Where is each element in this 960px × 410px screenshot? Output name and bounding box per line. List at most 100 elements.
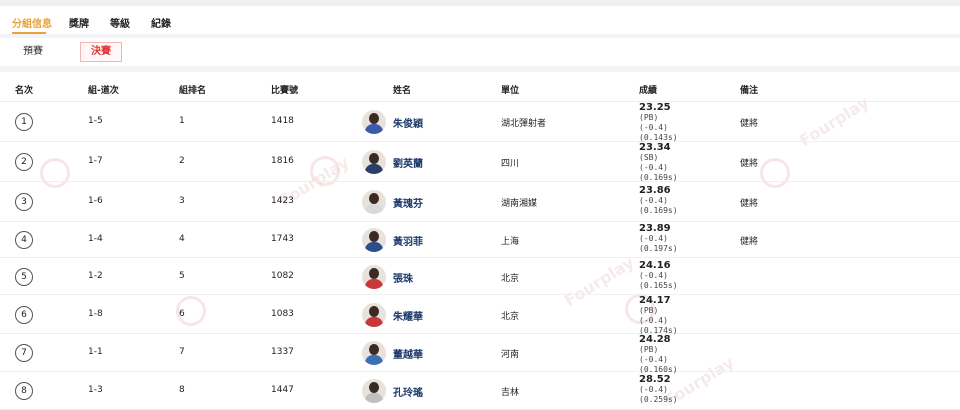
bib-cell: 1816 [271, 156, 294, 166]
result-cell: 24.17 (PB) (-0.4) (0.174s) [639, 296, 678, 336]
athlete-name-link[interactable]: 朱耀華 [393, 308, 423, 323]
table-row[interactable]: 2 1-7 2 1816 劉英蘭 四川 23.34 (SB) (-0.4) (0.169s) 健將 [0, 142, 960, 182]
bib-cell: 1743 [271, 234, 294, 244]
athlete-name-link[interactable]: 孔玲瑤 [393, 384, 423, 399]
result-detail: (SB) [639, 153, 659, 162]
note-cell: 健將 [740, 159, 759, 169]
final-button[interactable]: 決賽 [80, 42, 122, 62]
lane-cell: 1-5 [88, 116, 103, 126]
table-row[interactable]: 5 1-2 5 1082 張珠 北京 24.16 (-0.4) (0.165s) [0, 258, 960, 295]
tab-grade[interactable]: 等級 [110, 15, 130, 30]
athlete-name-link[interactable]: 董越華 [393, 346, 423, 361]
tab-medals[interactable]: 獎牌 [69, 15, 89, 30]
table-row[interactable]: 1 1-5 1 1418 朱俊穎 湖北彈射者 23.25 (PB) (-0.4) (0.143s)… [0, 102, 960, 142]
athlete-name-link[interactable]: 黃瑰芬 [393, 195, 423, 210]
result-time: 28.52 [639, 374, 671, 385]
unit-cell: 北京 [501, 273, 520, 284]
table-row[interactable]: 3 1-6 3 1423 黃瑰芬 湖南湘媒 23.86 (-0.4) (0.169s) 健將 [0, 182, 960, 222]
rank-badge: 7 [15, 344, 33, 362]
rank-badge: 4 [15, 231, 33, 249]
results-table: Fourplay Fourplay Fourplay Fourplay 名次 組… [0, 72, 960, 410]
group-rank-cell: 8 [179, 385, 185, 395]
athlete-avatar [362, 150, 386, 174]
note-cell: 健將 [740, 237, 759, 247]
prelim-button[interactable]: 預賽 [12, 42, 54, 62]
result-cell: 23.34 (SB) (-0.4) (0.169s) [639, 143, 678, 183]
unit-cell: 吉林 [501, 388, 520, 398]
unit-cell: 上海 [501, 237, 520, 247]
col-name: 姓名 [393, 86, 412, 96]
table-row[interactable]: 8 1-3 8 1447 孔玲瑤 吉林 28.52 (-0.4) (0.259s) [0, 372, 960, 410]
group-rank-cell: 7 [179, 347, 185, 357]
result-time: 23.25 [639, 102, 671, 113]
group-rank-cell: 5 [179, 270, 185, 281]
col-result: 成績 [639, 86, 658, 96]
rank-badge: 5 [15, 267, 33, 286]
bib-cell: 1337 [271, 347, 294, 357]
athlete-name-link[interactable]: 朱俊穎 [393, 115, 423, 130]
table-row[interactable]: 4 1-4 4 1743 黃羽菲 上海 23.89 (-0.4) (0.197s) 健將 [0, 222, 960, 258]
lane-cell: 1-4 [88, 234, 103, 244]
unit-cell: 河南 [501, 350, 520, 360]
result-time: 24.16 [639, 259, 671, 271]
result-detail: (0.197s) [639, 244, 678, 253]
result-detail: (-0.4) [639, 270, 668, 280]
bib-cell: 1083 [271, 308, 294, 319]
result-cell: 24.16 (-0.4) (0.165s) [639, 259, 678, 291]
note-cell: 健將 [740, 119, 759, 129]
result-cell: 23.86 (-0.4) (0.169s) [639, 186, 678, 216]
group-rank-cell: 6 [179, 308, 185, 319]
col-bib: 比賽號 [271, 86, 299, 96]
athlete-name-link[interactable]: 張珠 [393, 270, 413, 285]
result-detail: (0.259s) [639, 395, 678, 404]
tab-records[interactable]: 紀錄 [151, 15, 171, 30]
col-unit: 單位 [501, 86, 520, 96]
rank-badge: 2 [15, 153, 33, 171]
bib-cell: 1423 [271, 196, 294, 206]
result-time: 24.17 [639, 295, 671, 306]
athlete-name-link[interactable]: 黃羽菲 [393, 233, 423, 248]
result-time: 23.89 [639, 223, 671, 234]
athlete-name-link[interactable]: 劉英蘭 [393, 155, 423, 170]
round-selector: 預賽 決賽 [0, 38, 960, 66]
result-time: 23.34 [639, 142, 671, 153]
result-detail: (PB) [639, 113, 659, 122]
bib-cell: 1418 [271, 116, 294, 126]
rank-badge: 1 [15, 113, 33, 131]
group-rank-cell: 2 [179, 156, 185, 166]
lane-cell: 1-2 [88, 270, 103, 281]
bib-cell: 1447 [271, 385, 294, 395]
table-row[interactable]: 7 1-1 7 1337 董越華 河南 24.28 (PB) (-0.4) (0.160s) [0, 334, 960, 375]
table-row[interactable]: 6 1-8 6 1083 朱耀華 北京 24.17 (PB) (-0.4) (0.174s) [0, 295, 960, 336]
table-header: 名次 組-道次 組排名 比賽號 姓名 單位 成績 備注 [0, 72, 960, 102]
lane-cell: 1-8 [88, 308, 103, 319]
athlete-avatar [362, 110, 386, 134]
athlete-avatar [362, 264, 386, 289]
athlete-avatar [362, 228, 386, 252]
result-cell: 23.25 (PB) (-0.4) (0.143s) [639, 103, 678, 143]
result-detail: (-0.4) [639, 123, 668, 132]
lane-cell: 1-1 [88, 347, 103, 357]
col-lane: 組-道次 [88, 86, 119, 96]
result-detail: (-0.4) [639, 355, 668, 364]
result-detail: (-0.4) [639, 196, 668, 205]
unit-cell: 北京 [501, 311, 520, 322]
athlete-avatar [362, 190, 386, 214]
rank-badge: 3 [15, 193, 33, 211]
bib-cell: 1082 [271, 270, 294, 281]
tab-group-info[interactable]: 分組信息 [12, 15, 52, 30]
lane-cell: 1-6 [88, 196, 103, 206]
result-detail: (-0.4) [639, 316, 668, 325]
col-note: 備注 [740, 86, 759, 96]
group-rank-cell: 1 [179, 116, 185, 126]
result-cell: 28.52 (-0.4) (0.259s) [639, 375, 678, 405]
rank-badge: 6 [15, 305, 33, 324]
athlete-avatar [362, 341, 386, 365]
result-detail: (-0.4) [639, 234, 668, 243]
result-cell: 24.28 (PB) (-0.4) (0.160s) [639, 335, 678, 375]
unit-cell: 四川 [501, 159, 520, 169]
main-tabs: 分組信息 獎牌 等級 紀錄 [0, 6, 960, 34]
result-detail: (PB) [639, 306, 659, 315]
result-time: 23.86 [639, 185, 671, 196]
lane-cell: 1-7 [88, 156, 103, 166]
